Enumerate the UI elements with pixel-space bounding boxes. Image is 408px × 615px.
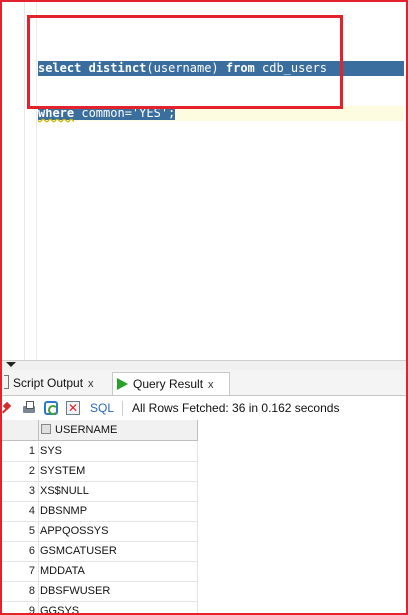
run-icon [117,378,128,390]
cell-username[interactable]: SYSTEM [40,461,85,481]
table-row[interactable]: 4 DBSNMP [2,501,198,522]
refresh-icon[interactable] [44,401,58,415]
cell-username[interactable]: SYS [40,441,62,461]
close-icon[interactable]: x [88,378,94,390]
column-header-label: USERNAME [55,424,118,436]
table-row[interactable]: 3 XS$NULL [2,481,198,502]
tab-query-result[interactable]: Query Result x [112,372,230,395]
fetch-status: All Rows Fetched: 36 in 0.162 seconds [132,401,340,415]
sql-button[interactable]: SQL [90,396,114,420]
cell-username[interactable]: XS$NULL [40,481,89,501]
pin-icon[interactable] [2,401,16,415]
cancel-icon[interactable] [66,396,80,420]
row-number: 7 [28,565,35,577]
row-number: 3 [28,485,35,497]
toolbar-divider [122,401,123,416]
pane-splitter[interactable] [2,360,406,370]
row-number: 9 [28,605,35,613]
print-icon[interactable] [22,401,36,415]
cell-username[interactable]: MDDATA [40,561,85,581]
gutter-divider [24,2,25,360]
collapse-arrow-icon[interactable] [6,362,16,367]
table-row[interactable]: 1 SYS [2,441,198,462]
annotation-highlight-box [27,15,343,109]
cell-username[interactable]: APPQOSSYS [40,521,108,541]
cell-username[interactable]: GSMCATUSER [40,541,117,561]
results-toolbar: SQL All Rows Fetched: 36 in 0.162 second… [2,396,406,420]
table-row[interactable]: 9 GGSYS [2,601,198,613]
row-number: 4 [28,505,35,517]
tab-script-output[interactable]: Script Output x [2,372,115,394]
row-number: 5 [28,525,35,537]
script-output-icon [4,375,9,389]
cell-username[interactable]: GGSYS [40,601,79,613]
close-icon[interactable]: x [208,379,214,391]
column-header-username[interactable]: USERNAME [39,420,198,441]
table-row[interactable]: 7 MDDATA [2,561,198,582]
row-number: 8 [28,585,35,597]
tab-label: Query Result [133,377,204,391]
cell-username[interactable]: DBSNMP [40,501,87,521]
row-number: 6 [28,545,35,557]
table-row[interactable]: 2 SYSTEM [2,461,198,482]
table-row[interactable]: 5 APPQOSSYS [2,521,198,542]
row-number-header[interactable] [2,420,39,441]
table-row[interactable]: 6 GSMCATUSER [2,541,198,562]
cell-username[interactable]: DBSFWUSER [40,581,110,601]
row-number: 1 [28,445,35,457]
row-number: 2 [28,465,35,477]
column-icon [41,424,51,434]
table-row[interactable]: 8 DBSFWUSER [2,581,198,602]
tab-label: Script Output [13,376,84,390]
results-tabbar: Script Output x Query Result x [2,370,406,396]
result-grid: USERNAME 1 SYS 2 SYSTEM 3 XS$NULL 4 DBSNMP 5… [2,420,406,613]
